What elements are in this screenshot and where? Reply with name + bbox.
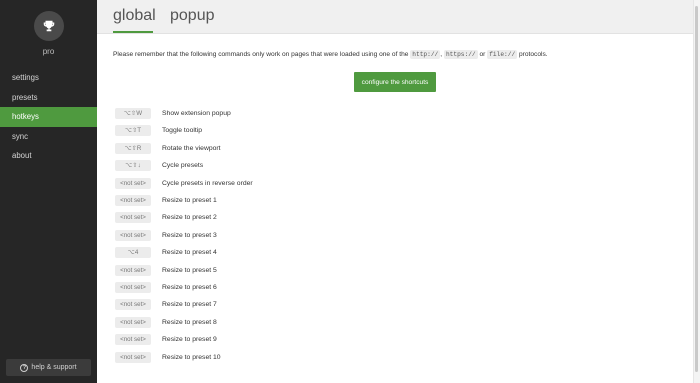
hotkey-badge: <not set> xyxy=(115,351,151,363)
hotkey-description: Resize to preset 4 xyxy=(162,249,217,257)
hotkey-badge: ⌥4 xyxy=(115,247,151,259)
hotkey-badge: ⌥⇧↓ xyxy=(115,160,151,172)
hotkey-description: Resize to preset 2 xyxy=(162,214,217,222)
hotkey-description: Resize to preset 8 xyxy=(162,318,217,326)
hotkey-description: Show extension popup xyxy=(162,110,231,117)
hotkey-description: Resize to preset 9 xyxy=(162,336,217,344)
sidebar-nav: settings presets hotkeys sync about xyxy=(0,68,97,166)
hotkey-description: Resize to preset 5 xyxy=(162,266,217,274)
sidebar-item-settings[interactable]: settings xyxy=(0,68,97,88)
note-text-after: protocols. xyxy=(517,51,548,58)
protocol-file: file:// xyxy=(487,50,518,59)
hotkey-badge: <not set> xyxy=(115,264,151,276)
sidebar-item-about[interactable]: about xyxy=(0,146,97,166)
trophy-icon xyxy=(34,11,64,41)
hotkey-description: Resize to preset 1 xyxy=(162,197,217,204)
hotkey-badge: <not set> xyxy=(115,299,151,311)
help-icon: ? xyxy=(20,363,29,372)
help-support-label: help & support xyxy=(31,364,77,371)
sidebar: pro settings presets hotkeys sync about … xyxy=(0,0,97,383)
hotkey-badge: ⌥⇧T xyxy=(115,125,151,137)
protocol-https: https:// xyxy=(443,50,478,59)
tab-global[interactable]: global xyxy=(113,5,156,34)
sidebar-item-sync[interactable]: sync xyxy=(0,127,97,147)
sidebar-item-presets[interactable]: presets xyxy=(0,88,97,108)
hotkey-description: Rotate the viewport xyxy=(162,144,221,152)
note-sep-2: or xyxy=(477,51,488,58)
hotkey-description: Resize to preset 10 xyxy=(162,353,221,361)
hotkey-description: Cycle presets xyxy=(162,162,204,170)
hotkey-badge: <not set> xyxy=(115,212,151,224)
header: global popup xyxy=(97,0,693,34)
hotkey-description: Cycle presets in reverse order xyxy=(162,179,253,187)
protocol-http: http:// xyxy=(410,50,441,59)
tab-popup[interactable]: popup xyxy=(170,5,215,34)
hotkey-badge: <not set> xyxy=(115,334,151,346)
hotkey-badge: ⌥⇧R xyxy=(115,142,151,154)
help-support-button[interactable]: ? help & support xyxy=(6,359,91,376)
hotkey-description: Toggle tooltip xyxy=(162,127,203,135)
hotkey-badge: <not set> xyxy=(115,177,151,189)
sidebar-item-hotkeys[interactable]: hotkeys xyxy=(0,107,97,127)
hotkey-description: Resize to preset 3 xyxy=(162,231,217,239)
configure-shortcuts-button[interactable]: configure the shortcuts xyxy=(354,72,436,92)
hotkey-badge: ⌥⇧W xyxy=(115,108,151,119)
plan-label: pro xyxy=(42,47,55,56)
hotkey-badge: <not set> xyxy=(115,229,151,241)
protocol-note: Please remember that the following comma… xyxy=(113,50,548,59)
hotkey-description: Resize to preset 7 xyxy=(162,301,217,309)
scrollbar-thumb[interactable] xyxy=(695,6,698,372)
hotkey-badge: <not set> xyxy=(115,195,151,206)
hotkey-badge: <not set> xyxy=(115,282,151,293)
hotkey-badge: <not set> xyxy=(115,316,151,328)
note-text-before: Please remember that the following comma… xyxy=(113,51,411,58)
active-tab-indicator xyxy=(113,31,153,33)
hotkey-description: Resize to preset 6 xyxy=(162,284,217,291)
